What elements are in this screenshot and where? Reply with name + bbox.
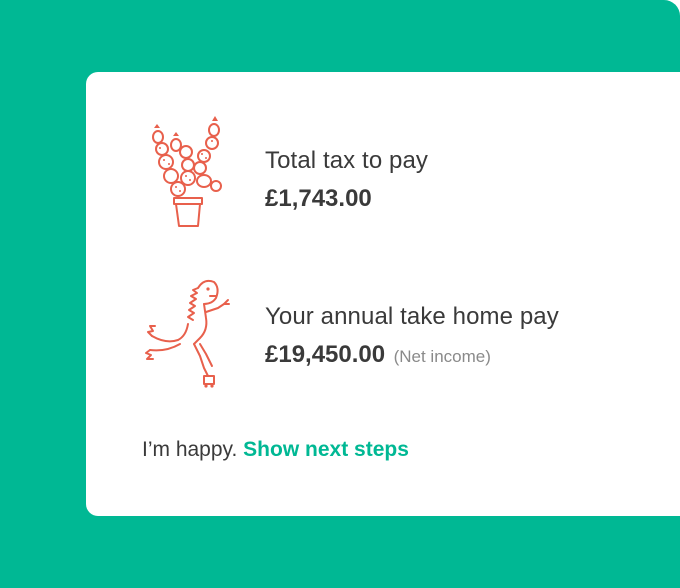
take-home-amount: £19,450.00 — [265, 341, 386, 368]
footer-prefix: I’m happy. — [142, 438, 238, 461]
tax-summary-card: Total tax to pay £1,743.00 Your annual t… — [86, 72, 680, 516]
take-home-row: Your annual take home pay £19,450.00 (Ne… — [86, 270, 680, 390]
footer-line: I’m happy. Show next steps — [142, 436, 409, 464]
net-income-note: (Net income) — [393, 347, 491, 366]
take-home-text: Your annual take home pay £19,450.00 (Ne… — [265, 302, 559, 373]
background-frame: Total tax to pay £1,743.00 Your annual t… — [0, 0, 680, 588]
tax-amount: £1,743.00 — [265, 185, 372, 212]
take-home-amount-line: £19,450.00 (Net income) — [265, 340, 559, 373]
tax-text: Total tax to pay £1,743.00 — [265, 146, 428, 217]
tax-amount-line: £1,743.00 — [265, 184, 428, 217]
show-next-steps-link[interactable]: Show next steps — [243, 438, 409, 461]
take-home-label: Your annual take home pay — [265, 303, 559, 330]
tax-label: Total tax to pay — [265, 147, 429, 174]
cactus-icon — [152, 116, 222, 227]
tax-row: Total tax to pay £1,743.00 — [86, 112, 680, 232]
dinosaur-icon — [145, 279, 230, 388]
